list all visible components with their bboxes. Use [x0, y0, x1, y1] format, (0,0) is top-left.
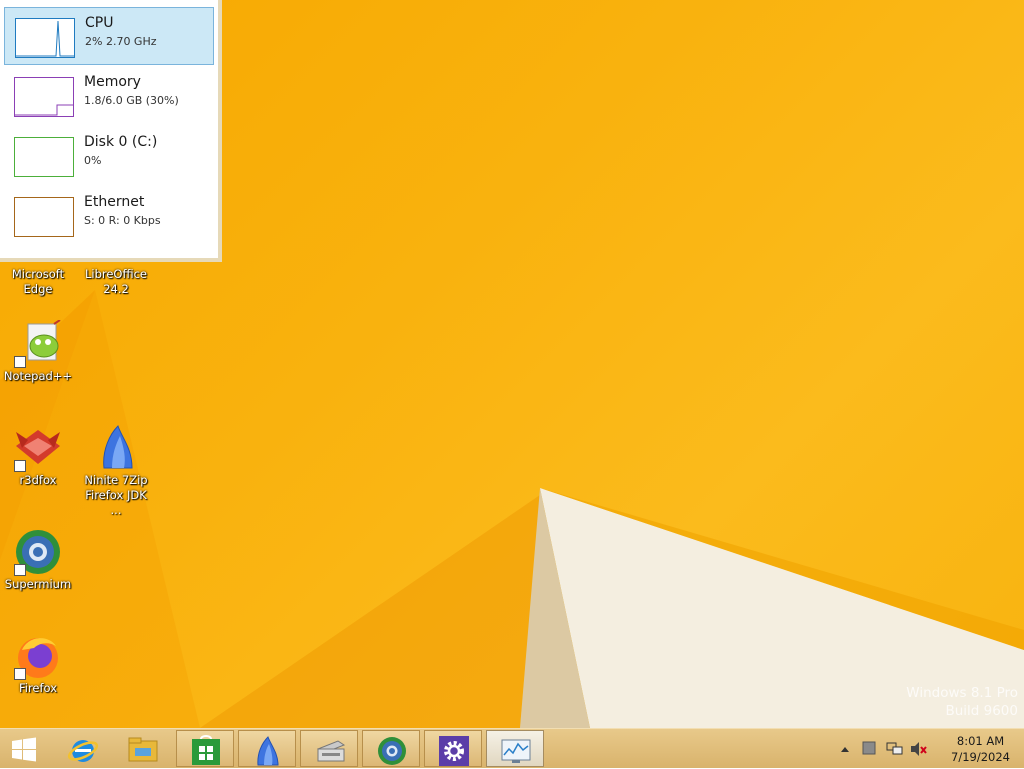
desktop-icon-label: LibreOffice — [84, 267, 148, 281]
desktop-icon-label: Firefox JDK ... — [85, 488, 147, 517]
desktop-icon-label: Microsoft — [11, 267, 65, 281]
taskbar-file-explorer[interactable] — [114, 730, 172, 767]
memory-graph — [14, 77, 74, 117]
internet-explorer-icon — [67, 740, 99, 762]
desktop-icon-label: Supermium — [4, 577, 72, 591]
desktop-icon-microsoft-edge[interactable]: Microsoft Edge — [0, 266, 76, 297]
volume-muted-icon[interactable] — [910, 741, 928, 757]
store-icon — [192, 735, 220, 765]
windows-watermark: Windows 8.1 Pro Build 9600 — [906, 684, 1018, 720]
supermium-icon — [378, 737, 406, 765]
taskbar-internet-explorer[interactable] — [54, 730, 112, 767]
start-icon — [12, 737, 36, 762]
perf-sub-disk: 0% — [84, 154, 102, 167]
clock-time: 8:01 AM — [956, 734, 1005, 748]
perf-sub-cpu: 2% 2.70 GHz — [85, 35, 157, 48]
start-button[interactable] — [0, 730, 50, 767]
desktop-icon-notepad-plus-plus[interactable]: Notepad++ — [0, 319, 76, 384]
desktop-icon-label: Firefox — [18, 681, 58, 695]
desktop-icon-label: Notepad++ — [3, 369, 73, 383]
system-tray: 8:01 AM 7/19/2024 — [834, 729, 1024, 769]
supermium-icon — [14, 528, 62, 576]
shortcut-arrow-icon — [14, 564, 26, 576]
watermark-edition: Windows 8.1 Pro — [906, 685, 1018, 701]
settings-icon — [439, 736, 469, 766]
action-center-icon[interactable] — [862, 741, 876, 755]
show-hidden-icons-icon[interactable] — [840, 745, 850, 753]
desktop-icon-ninite[interactable]: Ninite 7Zip Firefox JDK ... — [78, 424, 154, 518]
notepad-plus-plus-icon — [14, 319, 62, 368]
perf-item-cpu[interactable]: CPU 2% 2.70 GHz — [4, 7, 214, 65]
r3dfox-icon — [14, 424, 62, 472]
desktop[interactable]: CPU 2% 2.70 GHz Memory 1.8/6.0 GB (30%) … — [0, 0, 1024, 728]
perf-title-cpu: CPU — [85, 15, 114, 31]
file-explorer-icon — [128, 737, 158, 762]
scanner-icon — [316, 740, 346, 762]
clock[interactable]: 8:01 AM 7/19/2024 — [951, 733, 1010, 765]
desktop-icon-label: 24.2 — [103, 282, 129, 296]
taskbar-scanner[interactable] — [300, 730, 358, 767]
desktop-icon-libreoffice[interactable]: LibreOffice 24.2 — [78, 266, 154, 297]
clock-date: 7/19/2024 — [951, 750, 1010, 764]
shortcut-arrow-icon — [14, 460, 26, 472]
ninite-icon — [257, 736, 279, 766]
taskbar-ninite[interactable] — [238, 730, 296, 767]
desktop-icon-label: Ninite 7Zip — [84, 473, 148, 487]
ninite-icon — [92, 424, 140, 472]
perf-title-ethernet: Ethernet — [84, 194, 145, 210]
desktop-icon-firefox[interactable]: Firefox — [0, 632, 76, 696]
desktop-icon-r3dfox[interactable]: r3dfox — [0, 424, 76, 488]
cpu-graph — [15, 18, 75, 58]
desktop-icon-label: r3dfox — [19, 473, 57, 487]
network-icon[interactable] — [886, 741, 904, 757]
firefox-icon — [14, 632, 62, 680]
perf-title-disk: Disk 0 (C:) — [84, 134, 158, 150]
perf-item-memory[interactable]: Memory 1.8/6.0 GB (30%) — [4, 67, 214, 125]
taskbar-settings[interactable] — [424, 730, 482, 767]
perf-sub-ethernet: S: 0 R: 0 Kbps — [84, 214, 161, 227]
taskbar-store[interactable] — [176, 730, 234, 767]
taskbar: 8:01 AM 7/19/2024 — [0, 728, 1024, 768]
shortcut-arrow-icon — [14, 356, 26, 368]
performance-panel: CPU 2% 2.70 GHz Memory 1.8/6.0 GB (30%) … — [0, 0, 222, 262]
ethernet-graph — [14, 197, 74, 237]
perf-sub-memory: 1.8/6.0 GB (30%) — [84, 94, 179, 107]
perf-item-disk[interactable]: Disk 0 (C:) 0% — [4, 127, 214, 185]
taskbar-task-manager[interactable] — [486, 730, 544, 767]
watermark-build: Build 9600 — [945, 703, 1018, 719]
taskbar-supermium[interactable] — [362, 730, 420, 767]
desktop-icon-supermium[interactable]: Supermium — [0, 528, 76, 592]
shortcut-arrow-icon — [14, 668, 26, 680]
perf-title-memory: Memory — [84, 74, 141, 90]
task-manager-icon — [501, 739, 531, 763]
perf-item-ethernet[interactable]: Ethernet S: 0 R: 0 Kbps — [4, 187, 214, 245]
desktop-icon-label: Edge — [23, 282, 53, 296]
disk-graph — [14, 137, 74, 177]
